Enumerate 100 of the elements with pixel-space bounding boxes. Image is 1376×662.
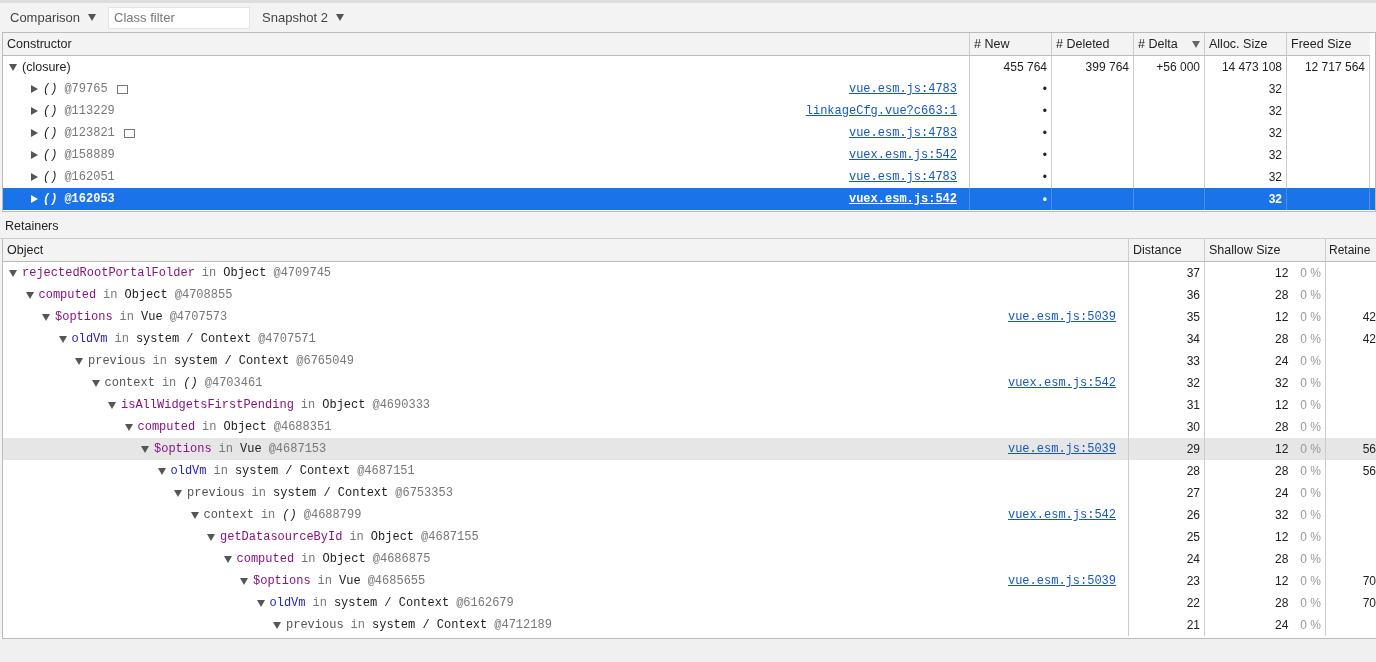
table-row[interactable]: context in () @4688799 vuex.esm.js:542 26 32 0 % xyxy=(3,504,1376,526)
property-name: oldVm xyxy=(71,331,108,348)
expand-arrow-icon[interactable] xyxy=(141,445,149,453)
in-label: in xyxy=(213,463,228,480)
table-row[interactable]: () @79765 vue.esm.js:4783 • 32 xyxy=(3,78,1375,100)
column-header[interactable]: Distance xyxy=(1129,239,1205,262)
expand-arrow-icon[interactable] xyxy=(31,107,38,115)
property-name: previous xyxy=(187,485,245,502)
table-cell-text: 32 xyxy=(1274,375,1289,392)
expand-arrow-icon[interactable] xyxy=(157,467,166,475)
table-row[interactable]: oldVm in system / Context @4687151 28 28 0 % 56 xyxy=(3,460,1376,482)
expand-arrow-icon[interactable] xyxy=(31,173,38,181)
owner-type: system / Context xyxy=(234,463,351,480)
percent-label: 0 % xyxy=(1300,397,1321,414)
table-row[interactable]: (closure) 455 764 399 764 +56 000 14 473 108 12 717 564 xyxy=(3,56,1375,78)
expand-arrow-icon[interactable] xyxy=(31,129,38,137)
table-row[interactable]: $options in Vue @4687153 vue.esm.js:5039 29 12 0 % 56 xyxy=(3,438,1376,460)
table-cell: 32 xyxy=(1205,144,1287,166)
source-link[interactable]: vue.esm.js:5039 xyxy=(1007,570,1124,592)
expand-arrow-icon[interactable] xyxy=(91,379,100,387)
view-dropdown[interactable]: Comparison xyxy=(4,8,103,27)
column-header[interactable]: Alloc. Size xyxy=(1205,33,1287,56)
expand-arrow-icon[interactable] xyxy=(256,599,265,607)
table-cell: 22 xyxy=(1129,592,1205,614)
column-header[interactable]: Retaine xyxy=(1326,239,1376,262)
table-row[interactable]: rejectedRootPortalFolder in Object @4709745 37 12 0 % xyxy=(3,262,1376,284)
section-title: Retainers xyxy=(5,219,59,233)
snapshot-dropdown[interactable]: Snapshot 2 xyxy=(256,8,350,27)
object-id: @4703461 xyxy=(204,375,263,392)
table-cell-text: 28 xyxy=(1274,551,1289,568)
expand-arrow-icon[interactable] xyxy=(223,555,232,563)
owner-type: Vue xyxy=(339,573,361,590)
percent-label: 0 % xyxy=(1300,507,1321,524)
expand-arrow-icon[interactable] xyxy=(25,291,34,299)
object-id: @4687153 xyxy=(268,441,327,458)
in-label: in xyxy=(201,265,217,282)
table-row[interactable]: () @158889 vuex.esm.js:542 • 32 xyxy=(3,144,1375,166)
source-link[interactable]: vuex.esm.js:542 xyxy=(1007,372,1124,394)
percent-label: 0 % xyxy=(1300,331,1321,348)
table-cell-text: 24 xyxy=(1274,485,1289,502)
owner-type: Object xyxy=(370,529,415,546)
table-row[interactable]: context in () @4703461 vuex.esm.js:542 32 32 0 % xyxy=(3,372,1376,394)
source-link[interactable]: vue.esm.js:5039 xyxy=(1007,306,1124,328)
source-link[interactable]: vuex.esm.js:542 xyxy=(1007,504,1124,526)
expand-arrow-icon[interactable] xyxy=(9,269,17,277)
table-row[interactable]: () @113229 linkageCfg.vue?c663:1 • 32 xyxy=(3,100,1375,122)
source-link[interactable]: vue.esm.js:4783 xyxy=(848,166,965,188)
expand-arrow-icon[interactable] xyxy=(9,63,17,71)
percent-label: 0 % xyxy=(1300,441,1321,458)
expand-arrow-icon[interactable] xyxy=(273,621,281,629)
expand-arrow-icon[interactable] xyxy=(75,357,83,365)
source-link[interactable]: vuex.esm.js:542 xyxy=(848,188,965,210)
table-row[interactable]: previous in system / Context @6765049 33 24 0 % xyxy=(3,350,1376,372)
table-cell: 33 xyxy=(1129,350,1205,372)
expand-arrow-icon[interactable] xyxy=(174,489,182,497)
column-header[interactable]: # Deleted xyxy=(1052,33,1134,56)
expand-arrow-icon[interactable] xyxy=(42,313,50,321)
expand-arrow-icon[interactable] xyxy=(190,511,199,519)
table-row[interactable]: getDatasourceById in Object @4687155 25 12 0 % xyxy=(3,526,1376,548)
table-row[interactable]: previous in system / Context @4712189 21 24 0 % xyxy=(3,614,1376,636)
table-row[interactable]: computed in Object @4686875 24 28 0 % xyxy=(3,548,1376,570)
expand-arrow-icon[interactable] xyxy=(58,335,67,343)
column-header[interactable]: Shallow Size xyxy=(1205,239,1326,262)
object-id: @4687151 xyxy=(357,463,415,480)
table-row[interactable]: previous in system / Context @6753353 27 24 0 % xyxy=(3,482,1376,504)
table-row[interactable]: oldVm in system / Context @6162679 22 28 0 % 70 xyxy=(3,592,1376,614)
expand-arrow-icon[interactable] xyxy=(124,423,133,431)
column-header[interactable]: Constructor xyxy=(3,33,970,56)
table-cell-text: 12 xyxy=(1274,441,1289,458)
object-id: @4708855 xyxy=(174,287,233,304)
table-cell: • xyxy=(970,100,1052,122)
expand-arrow-icon[interactable] xyxy=(240,577,248,585)
table-cell: 29 xyxy=(1129,438,1205,460)
object-id: @4686875 xyxy=(372,551,431,568)
expand-arrow-icon[interactable] xyxy=(31,85,38,93)
percent-label: 0 % xyxy=(1300,463,1321,480)
column-header[interactable]: # New xyxy=(970,33,1052,56)
column-header[interactable]: # Delta xyxy=(1134,33,1205,56)
column-header[interactable]: Freed Size xyxy=(1287,33,1370,56)
expand-arrow-icon[interactable] xyxy=(207,533,215,541)
table-cell: • xyxy=(970,188,1052,210)
expand-arrow-icon[interactable] xyxy=(108,401,116,409)
source-link[interactable]: vuex.esm.js:542 xyxy=(848,144,965,166)
percent-label: 0 % xyxy=(1300,287,1321,304)
table-row[interactable]: isAllWidgetsFirstPending in Object @4690333 31 12 0 % xyxy=(3,394,1376,416)
table-row[interactable]: () @162053 vuex.esm.js:542 • 32 xyxy=(3,188,1375,210)
class-filter-field[interactable]: Class filter xyxy=(108,6,251,29)
expand-arrow-icon[interactable] xyxy=(31,151,38,159)
table-row[interactable]: $options in Vue @4707573 vue.esm.js:5039 35 12 0 % 42 xyxy=(3,306,1376,328)
object-id: @4712189 xyxy=(494,617,552,634)
source-link[interactable]: vue.esm.js:5039 xyxy=(1007,438,1124,460)
source-link[interactable]: vue.esm.js:4783 xyxy=(848,122,965,144)
source-link[interactable]: vue.esm.js:4783 xyxy=(848,78,965,100)
table-row[interactable]: oldVm in system / Context @4707571 34 28 0 % 42 xyxy=(3,328,1376,350)
column-header[interactable]: Object xyxy=(3,239,1129,262)
table-row[interactable]: $options in Vue @4685655 vue.esm.js:5039 23 12 0 % 70 xyxy=(3,570,1376,592)
table-row[interactable]: computed in Object @4708855 36 28 0 % xyxy=(3,284,1376,306)
source-link[interactable]: linkageCfg.vue?c663:1 xyxy=(805,100,965,122)
table-row[interactable]: () @123821 vue.esm.js:4783 • 32 xyxy=(3,122,1375,144)
table-cell: 21 xyxy=(1129,614,1205,636)
